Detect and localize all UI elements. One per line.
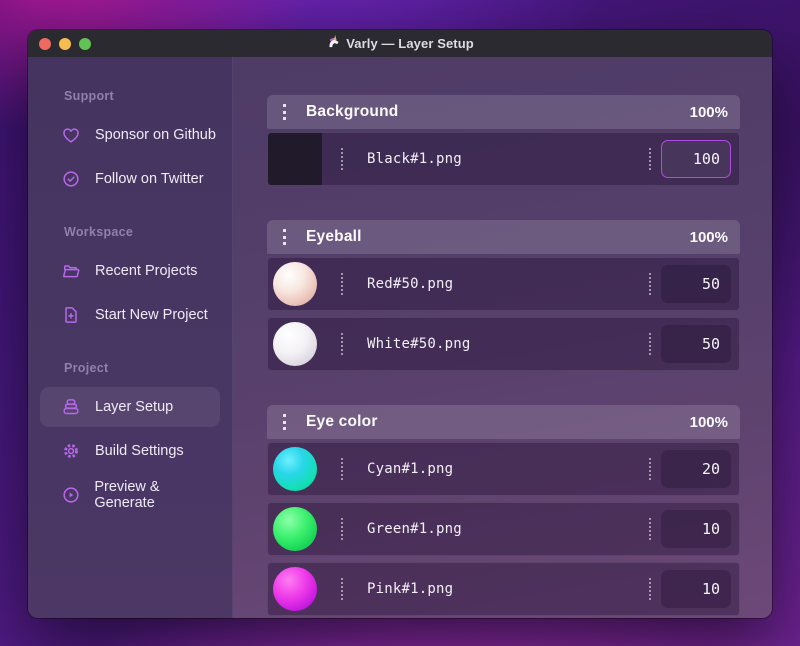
sidebar-item-label: Recent Projects xyxy=(95,263,198,279)
sidebar-section: Support Sponsor on Github Follow on Twit… xyxy=(40,89,220,199)
sidebar-section: Workspace Recent Projects Start New Proj… xyxy=(40,225,220,335)
sidebar-item-label: Preview & Generate xyxy=(94,479,160,511)
gear-icon xyxy=(60,440,82,462)
layer-group-header[interactable]: Eyeball 100% xyxy=(267,220,740,254)
dotted-divider xyxy=(649,148,651,170)
sidebar-item-layer-setup[interactable]: Layer Setup xyxy=(40,387,220,427)
layer-value-input[interactable] xyxy=(661,450,731,488)
layer-value-input[interactable] xyxy=(661,325,731,363)
heart-icon xyxy=(60,124,82,146)
layer-thumbnail xyxy=(268,503,322,555)
layer-row[interactable]: Cyan#1.png xyxy=(267,442,740,496)
layer-filename: Pink#1.png xyxy=(367,581,454,597)
layer-row[interactable]: Green#1.png xyxy=(267,502,740,556)
sidebar-item-recent-projects[interactable]: Recent Projects xyxy=(40,251,220,291)
drag-handle-icon[interactable] xyxy=(283,229,286,245)
group-weight: 100% xyxy=(689,103,728,121)
layer-thumbnail xyxy=(268,443,322,495)
group-title: Background xyxy=(306,103,399,120)
layer-row[interactable]: Black#1.png xyxy=(267,132,740,186)
layer-thumbnail xyxy=(268,563,322,615)
group-weight: 100% xyxy=(689,228,728,246)
sidebar-section-label: Project xyxy=(64,361,109,375)
layer-list[interactable]: Background 100% Black#1.png Eyeball 100%… xyxy=(233,57,772,618)
layer-row[interactable]: Pink#1.png xyxy=(267,562,740,616)
new-document-icon xyxy=(60,304,82,326)
sidebar-item-preview-generate[interactable]: Preview & Generate xyxy=(40,475,220,515)
sidebar: Support Sponsor on Github Follow on Twit… xyxy=(28,57,233,618)
layer-row[interactable]: Red#50.png xyxy=(267,257,740,311)
layer-group: Eye color 100% Cyan#1.png Green#1.png Pi… xyxy=(267,405,740,616)
group-title: Eye color xyxy=(306,413,378,430)
unicorn-icon xyxy=(326,34,341,54)
sidebar-item-sponsor-on-github[interactable]: Sponsor on Github xyxy=(40,115,220,155)
sidebar-section: Project Layer Setup Build Settings Previ… xyxy=(40,361,220,515)
layer-thumbnail xyxy=(268,258,322,310)
sidebar-section-label: Workspace xyxy=(64,225,134,239)
group-weight: 100% xyxy=(689,413,728,431)
dotted-divider xyxy=(649,578,651,600)
dotted-divider xyxy=(649,273,651,295)
layer-filename: Cyan#1.png xyxy=(367,461,454,477)
verified-badge-icon xyxy=(60,168,82,190)
minimize-button[interactable] xyxy=(59,37,71,50)
titlebar[interactable]: Varly — Layer Setup xyxy=(28,30,772,57)
dotted-divider xyxy=(341,458,343,480)
layer-value-input[interactable] xyxy=(661,265,731,303)
layer-filename: Black#1.png xyxy=(367,151,462,167)
sidebar-item-label: Follow on Twitter xyxy=(95,171,204,187)
window-title: Varly — Layer Setup xyxy=(346,36,474,51)
layer-group-header[interactable]: Background 100% xyxy=(267,95,740,129)
layer-filename: Green#1.png xyxy=(367,521,462,537)
dotted-divider xyxy=(649,518,651,540)
layer-group: Background 100% Black#1.png xyxy=(267,95,740,186)
layer-thumbnail xyxy=(268,133,322,185)
sidebar-item-build-settings[interactable]: Build Settings xyxy=(40,431,220,471)
layer-value-input[interactable] xyxy=(661,140,731,178)
dotted-divider xyxy=(649,333,651,355)
sidebar-item-label: Build Settings xyxy=(95,443,184,459)
sidebar-item-label: Start New Project xyxy=(95,307,208,323)
zoom-button[interactable] xyxy=(79,37,91,50)
layer-filename: Red#50.png xyxy=(367,276,454,292)
layer-filename: White#50.png xyxy=(367,336,471,352)
sidebar-item-follow-on-twitter[interactable]: Follow on Twitter xyxy=(40,159,220,199)
play-circle-icon xyxy=(60,484,81,506)
layer-row[interactable]: White#50.png xyxy=(267,317,740,371)
drag-handle-icon[interactable] xyxy=(283,414,286,430)
layer-group-header[interactable]: Eye color 100% xyxy=(267,405,740,439)
dotted-divider xyxy=(341,333,343,355)
app-window: Varly — Layer Setup Support Sponsor on G… xyxy=(28,30,772,618)
dotted-divider xyxy=(341,518,343,540)
group-title: Eyeball xyxy=(306,228,362,245)
sidebar-item-start-new-project[interactable]: Start New Project xyxy=(40,295,220,335)
layer-thumbnail xyxy=(268,318,322,370)
drag-handle-icon[interactable] xyxy=(283,104,286,120)
dotted-divider xyxy=(649,458,651,480)
sidebar-item-label: Sponsor on Github xyxy=(95,127,216,143)
traffic-lights xyxy=(28,37,91,50)
dotted-divider xyxy=(341,273,343,295)
dotted-divider xyxy=(341,578,343,600)
sidebar-item-label: Layer Setup xyxy=(95,399,174,415)
dotted-divider xyxy=(341,148,343,170)
layers-icon xyxy=(60,396,82,418)
layer-value-input[interactable] xyxy=(661,510,731,548)
layer-value-input[interactable] xyxy=(661,570,731,608)
layer-group: Eyeball 100% Red#50.png White#50.png xyxy=(267,220,740,371)
sidebar-section-label: Support xyxy=(64,89,115,103)
folder-icon xyxy=(60,260,82,282)
close-button[interactable] xyxy=(39,37,51,50)
